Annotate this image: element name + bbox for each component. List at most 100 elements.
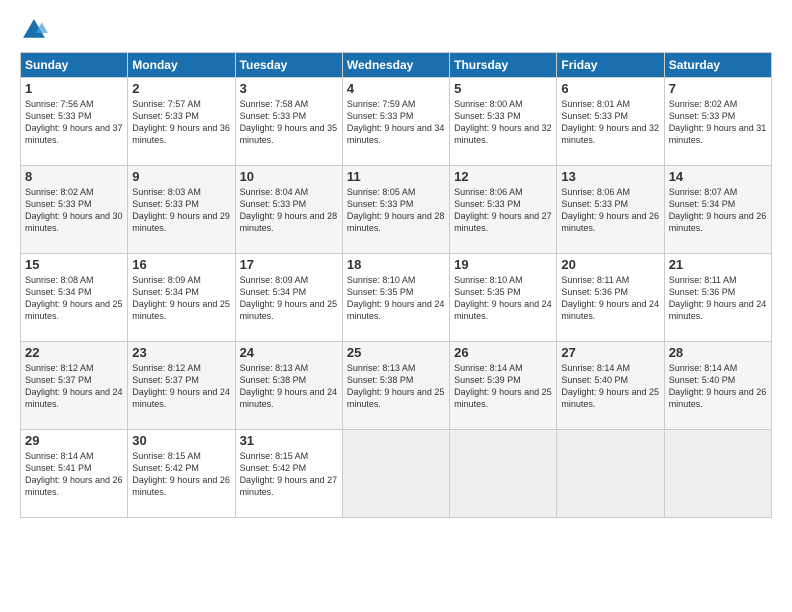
cell-content: Sunrise: 8:02 AM Sunset: 5:33 PM Dayligh… xyxy=(25,186,123,235)
logo xyxy=(20,16,52,44)
weekday-header-tuesday: Tuesday xyxy=(235,53,342,78)
day-number: 30 xyxy=(132,433,230,448)
day-number: 5 xyxy=(454,81,552,96)
calendar-cell: 26 Sunrise: 8:14 AM Sunset: 5:39 PM Dayl… xyxy=(450,342,557,430)
cell-content: Sunrise: 7:56 AM Sunset: 5:33 PM Dayligh… xyxy=(25,98,123,147)
calendar-cell: 12 Sunrise: 8:06 AM Sunset: 5:33 PM Dayl… xyxy=(450,166,557,254)
cell-content: Sunrise: 8:15 AM Sunset: 5:42 PM Dayligh… xyxy=(240,450,338,499)
weekday-header-wednesday: Wednesday xyxy=(342,53,449,78)
calendar-cell: 1 Sunrise: 7:56 AM Sunset: 5:33 PM Dayli… xyxy=(21,78,128,166)
weekday-header-thursday: Thursday xyxy=(450,53,557,78)
calendar-cell: 18 Sunrise: 8:10 AM Sunset: 5:35 PM Dayl… xyxy=(342,254,449,342)
calendar-cell: 4 Sunrise: 7:59 AM Sunset: 5:33 PM Dayli… xyxy=(342,78,449,166)
day-number: 1 xyxy=(25,81,123,96)
calendar-cell: 25 Sunrise: 8:13 AM Sunset: 5:38 PM Dayl… xyxy=(342,342,449,430)
calendar-cell: 16 Sunrise: 8:09 AM Sunset: 5:34 PM Dayl… xyxy=(128,254,235,342)
calendar-cell: 17 Sunrise: 8:09 AM Sunset: 5:34 PM Dayl… xyxy=(235,254,342,342)
day-number: 7 xyxy=(669,81,767,96)
day-number: 18 xyxy=(347,257,445,272)
day-number: 16 xyxy=(132,257,230,272)
cell-content: Sunrise: 8:01 AM Sunset: 5:33 PM Dayligh… xyxy=(561,98,659,147)
day-number: 31 xyxy=(240,433,338,448)
day-number: 27 xyxy=(561,345,659,360)
calendar-cell: 24 Sunrise: 8:13 AM Sunset: 5:38 PM Dayl… xyxy=(235,342,342,430)
cell-content: Sunrise: 8:10 AM Sunset: 5:35 PM Dayligh… xyxy=(347,274,445,323)
cell-content: Sunrise: 8:03 AM Sunset: 5:33 PM Dayligh… xyxy=(132,186,230,235)
day-number: 3 xyxy=(240,81,338,96)
calendar-cell: 28 Sunrise: 8:14 AM Sunset: 5:40 PM Dayl… xyxy=(664,342,771,430)
cell-content: Sunrise: 7:58 AM Sunset: 5:33 PM Dayligh… xyxy=(240,98,338,147)
weekday-header-friday: Friday xyxy=(557,53,664,78)
calendar-cell: 31 Sunrise: 8:15 AM Sunset: 5:42 PM Dayl… xyxy=(235,430,342,518)
calendar-cell: 2 Sunrise: 7:57 AM Sunset: 5:33 PM Dayli… xyxy=(128,78,235,166)
calendar-cell: 11 Sunrise: 8:05 AM Sunset: 5:33 PM Dayl… xyxy=(342,166,449,254)
header xyxy=(20,16,772,44)
cell-content: Sunrise: 8:09 AM Sunset: 5:34 PM Dayligh… xyxy=(240,274,338,323)
cell-content: Sunrise: 8:06 AM Sunset: 5:33 PM Dayligh… xyxy=(454,186,552,235)
calendar-cell: 22 Sunrise: 8:12 AM Sunset: 5:37 PM Dayl… xyxy=(21,342,128,430)
cell-content: Sunrise: 8:12 AM Sunset: 5:37 PM Dayligh… xyxy=(25,362,123,411)
day-number: 20 xyxy=(561,257,659,272)
cell-content: Sunrise: 8:14 AM Sunset: 5:41 PM Dayligh… xyxy=(25,450,123,499)
day-number: 15 xyxy=(25,257,123,272)
day-number: 6 xyxy=(561,81,659,96)
calendar-cell xyxy=(342,430,449,518)
cell-content: Sunrise: 7:59 AM Sunset: 5:33 PM Dayligh… xyxy=(347,98,445,147)
cell-content: Sunrise: 8:14 AM Sunset: 5:40 PM Dayligh… xyxy=(669,362,767,411)
cell-content: Sunrise: 7:57 AM Sunset: 5:33 PM Dayligh… xyxy=(132,98,230,147)
cell-content: Sunrise: 8:14 AM Sunset: 5:40 PM Dayligh… xyxy=(561,362,659,411)
day-number: 2 xyxy=(132,81,230,96)
calendar-cell: 30 Sunrise: 8:15 AM Sunset: 5:42 PM Dayl… xyxy=(128,430,235,518)
day-number: 25 xyxy=(347,345,445,360)
cell-content: Sunrise: 8:00 AM Sunset: 5:33 PM Dayligh… xyxy=(454,98,552,147)
cell-content: Sunrise: 8:09 AM Sunset: 5:34 PM Dayligh… xyxy=(132,274,230,323)
calendar-cell: 20 Sunrise: 8:11 AM Sunset: 5:36 PM Dayl… xyxy=(557,254,664,342)
cell-content: Sunrise: 8:04 AM Sunset: 5:33 PM Dayligh… xyxy=(240,186,338,235)
day-number: 13 xyxy=(561,169,659,184)
cell-content: Sunrise: 8:11 AM Sunset: 5:36 PM Dayligh… xyxy=(561,274,659,323)
day-number: 4 xyxy=(347,81,445,96)
calendar-cell: 14 Sunrise: 8:07 AM Sunset: 5:34 PM Dayl… xyxy=(664,166,771,254)
cell-content: Sunrise: 8:13 AM Sunset: 5:38 PM Dayligh… xyxy=(347,362,445,411)
day-number: 9 xyxy=(132,169,230,184)
day-number: 29 xyxy=(25,433,123,448)
calendar-cell: 8 Sunrise: 8:02 AM Sunset: 5:33 PM Dayli… xyxy=(21,166,128,254)
calendar-cell xyxy=(664,430,771,518)
calendar-cell: 27 Sunrise: 8:14 AM Sunset: 5:40 PM Dayl… xyxy=(557,342,664,430)
day-number: 19 xyxy=(454,257,552,272)
calendar-cell: 9 Sunrise: 8:03 AM Sunset: 5:33 PM Dayli… xyxy=(128,166,235,254)
calendar-cell: 6 Sunrise: 8:01 AM Sunset: 5:33 PM Dayli… xyxy=(557,78,664,166)
calendar-week-2: 8 Sunrise: 8:02 AM Sunset: 5:33 PM Dayli… xyxy=(21,166,772,254)
cell-content: Sunrise: 8:13 AM Sunset: 5:38 PM Dayligh… xyxy=(240,362,338,411)
calendar-cell: 23 Sunrise: 8:12 AM Sunset: 5:37 PM Dayl… xyxy=(128,342,235,430)
cell-content: Sunrise: 8:11 AM Sunset: 5:36 PM Dayligh… xyxy=(669,274,767,323)
calendar-cell: 15 Sunrise: 8:08 AM Sunset: 5:34 PM Dayl… xyxy=(21,254,128,342)
cell-content: Sunrise: 8:10 AM Sunset: 5:35 PM Dayligh… xyxy=(454,274,552,323)
day-number: 22 xyxy=(25,345,123,360)
day-number: 28 xyxy=(669,345,767,360)
cell-content: Sunrise: 8:05 AM Sunset: 5:33 PM Dayligh… xyxy=(347,186,445,235)
calendar-cell: 5 Sunrise: 8:00 AM Sunset: 5:33 PM Dayli… xyxy=(450,78,557,166)
day-number: 11 xyxy=(347,169,445,184)
calendar-week-4: 22 Sunrise: 8:12 AM Sunset: 5:37 PM Dayl… xyxy=(21,342,772,430)
day-number: 26 xyxy=(454,345,552,360)
day-number: 8 xyxy=(25,169,123,184)
day-number: 21 xyxy=(669,257,767,272)
cell-content: Sunrise: 8:15 AM Sunset: 5:42 PM Dayligh… xyxy=(132,450,230,499)
day-number: 14 xyxy=(669,169,767,184)
calendar-cell xyxy=(450,430,557,518)
calendar-week-1: 1 Sunrise: 7:56 AM Sunset: 5:33 PM Dayli… xyxy=(21,78,772,166)
calendar-cell: 19 Sunrise: 8:10 AM Sunset: 5:35 PM Dayl… xyxy=(450,254,557,342)
calendar-cell xyxy=(557,430,664,518)
calendar-cell: 7 Sunrise: 8:02 AM Sunset: 5:33 PM Dayli… xyxy=(664,78,771,166)
calendar-cell: 10 Sunrise: 8:04 AM Sunset: 5:33 PM Dayl… xyxy=(235,166,342,254)
page: SundayMondayTuesdayWednesdayThursdayFrid… xyxy=(0,0,792,612)
cell-content: Sunrise: 8:07 AM Sunset: 5:34 PM Dayligh… xyxy=(669,186,767,235)
weekday-header-sunday: Sunday xyxy=(21,53,128,78)
calendar-cell: 21 Sunrise: 8:11 AM Sunset: 5:36 PM Dayl… xyxy=(664,254,771,342)
weekday-header-saturday: Saturday xyxy=(664,53,771,78)
cell-content: Sunrise: 8:08 AM Sunset: 5:34 PM Dayligh… xyxy=(25,274,123,323)
cell-content: Sunrise: 8:14 AM Sunset: 5:39 PM Dayligh… xyxy=(454,362,552,411)
calendar-week-5: 29 Sunrise: 8:14 AM Sunset: 5:41 PM Dayl… xyxy=(21,430,772,518)
weekday-header-monday: Monday xyxy=(128,53,235,78)
